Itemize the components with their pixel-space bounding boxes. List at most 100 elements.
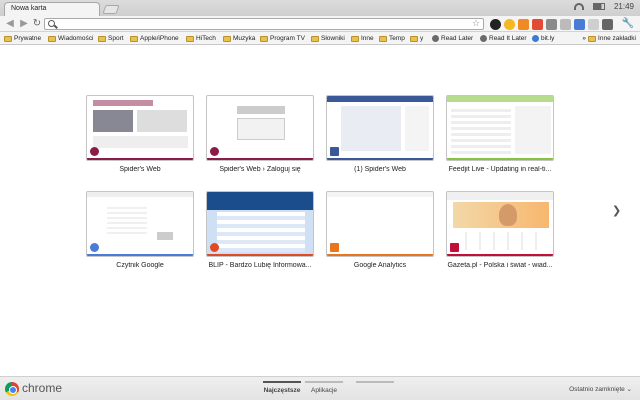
spiders-web-icon xyxy=(90,147,99,156)
extension-page-icon[interactable] xyxy=(602,19,613,30)
omnibox-input[interactable] xyxy=(59,19,459,29)
thumbnail-tile[interactable]: Spider's Web xyxy=(86,95,194,173)
bookmark-item[interactable]: HiTech xyxy=(186,34,216,43)
bookmark-item[interactable]: Read It Later xyxy=(480,34,527,43)
thumbnail-title: Czytnik Google xyxy=(116,262,164,269)
new-tab-button[interactable] xyxy=(102,5,120,14)
extension-grey-icon[interactable] xyxy=(546,19,557,30)
omnibox[interactable]: ☆ xyxy=(44,18,484,30)
reload-icon[interactable]: ↻ xyxy=(31,18,43,30)
folder-icon xyxy=(4,35,12,42)
bookmark-item[interactable]: bit.ly xyxy=(532,34,554,43)
thumbnail-title: Gazeta.pl - Polska i świat - wiad... xyxy=(447,262,553,269)
extension-dark-icon[interactable] xyxy=(490,19,501,30)
analytics-icon xyxy=(330,243,339,252)
folder-icon xyxy=(588,35,597,42)
thumbnail-image xyxy=(446,95,554,161)
thumbnail-title: Feedjit Live - Updating in real-ti... xyxy=(448,166,552,173)
tab-strip: Nowa karta 21:49 xyxy=(0,0,640,16)
tab-most-visited[interactable]: Najczęstsze xyxy=(263,381,301,394)
thumbnail-image xyxy=(446,191,554,257)
thumbnail-image xyxy=(206,191,314,257)
thumbnail-tile[interactable]: BLIP - Bardzo Lubię Informowa... xyxy=(206,191,314,269)
thumbnail-title: Spider's Web › Zaloguj się xyxy=(219,166,301,173)
tab-indicator xyxy=(356,381,394,383)
bookmark-item[interactable]: Słowniki xyxy=(311,34,345,43)
search-icon xyxy=(48,20,55,27)
bookmarks-bar: Prywatne Wiadomości Sport Apple/iPhone H… xyxy=(0,32,640,45)
bottom-bar: chrome Najczęstsze Aplikacje Ostatnio za… xyxy=(0,376,640,400)
extension-p-icon[interactable] xyxy=(560,19,571,30)
folder-icon xyxy=(98,35,106,42)
tab-new-tab[interactable]: Nowa karta xyxy=(4,2,100,16)
star-icon[interactable]: ☆ xyxy=(472,18,480,29)
tab-empty[interactable] xyxy=(356,381,394,387)
folder-icon xyxy=(48,35,56,42)
folder-icon xyxy=(379,35,387,42)
next-page-arrow-icon[interactable]: ❯ xyxy=(612,204,621,217)
folder-icon xyxy=(410,35,418,42)
facebook-icon xyxy=(330,147,339,156)
other-bookmarks[interactable]: » Inne zakładki xyxy=(582,34,636,43)
thumbnail-title: Google Analytics xyxy=(353,262,407,269)
thumbnail-title: (1) Spider's Web xyxy=(354,166,406,173)
thumbnail-tile[interactable]: Feedjit Live - Updating in real-ti... xyxy=(446,95,554,173)
thumbnail-image xyxy=(326,95,434,161)
thumbnail-image xyxy=(206,95,314,161)
bookmark-item[interactable]: Program TV xyxy=(260,34,305,43)
bookmark-item[interactable]: Sport xyxy=(98,34,124,43)
tab-apps[interactable]: Aplikacje xyxy=(305,381,343,394)
folder-icon xyxy=(130,35,138,42)
thumbnail-image xyxy=(326,191,434,257)
extension-delicious-icon[interactable] xyxy=(588,19,599,30)
toolbar: ◀ ▶ ↻ ☆ 🔧 xyxy=(0,16,640,32)
thumbnail-title: BLIP - Bardzo Lubię Informowa... xyxy=(208,262,312,269)
forward-icon[interactable]: ▶ xyxy=(18,18,30,30)
folder-icon xyxy=(186,35,194,42)
thumbnail-title: Spider's Web xyxy=(119,166,161,173)
bitly-icon xyxy=(532,35,539,42)
tab-indicator xyxy=(305,381,343,383)
system-tray: 21:49 xyxy=(573,2,634,11)
bookmark-item[interactable]: Wiadomości xyxy=(48,34,93,43)
thumbnail-tile[interactable]: Spider's Web › Zaloguj się xyxy=(206,95,314,173)
extension-blue-icon[interactable] xyxy=(574,19,585,30)
bookmark-item[interactable]: Temp xyxy=(379,34,405,43)
google-reader-icon xyxy=(90,243,99,252)
bookmark-item[interactable]: y xyxy=(410,34,423,43)
folder-icon xyxy=(311,35,319,42)
thumbnail-tile[interactable]: Gazeta.pl - Polska i świat - wiad... xyxy=(446,191,554,269)
battery-icon xyxy=(592,3,605,10)
extension-rss-icon[interactable] xyxy=(518,19,529,30)
chevron-right-icon: » xyxy=(582,35,587,42)
bookmark-item[interactable]: Read Later xyxy=(432,34,473,43)
thumbnail-tile[interactable]: Czytnik Google xyxy=(86,191,194,269)
bookmark-item[interactable]: Muzyka xyxy=(223,34,255,43)
read-later-icon xyxy=(432,35,439,42)
bookmark-item[interactable]: Apple/iPhone xyxy=(130,34,179,43)
thumbnail-image xyxy=(86,191,194,257)
folder-icon xyxy=(260,35,268,42)
spiders-web-icon xyxy=(210,147,219,156)
bookmark-item[interactable]: Inne xyxy=(351,34,374,43)
wifi-icon xyxy=(573,3,584,10)
brand-name: chrome xyxy=(22,381,63,395)
folder-icon xyxy=(351,35,359,42)
read-it-later-icon xyxy=(480,35,487,42)
extension-gmail-icon[interactable] xyxy=(532,19,543,30)
tab-title: Nowa karta xyxy=(11,5,47,12)
thumbnail-tile[interactable]: (1) Spider's Web xyxy=(326,95,434,173)
recently-closed-menu[interactable]: Ostatnio zamknięte ⌄ xyxy=(569,385,632,393)
extension-smiley-icon[interactable] xyxy=(504,19,515,30)
gazeta-icon xyxy=(450,243,459,252)
blip-icon xyxy=(210,243,219,252)
bookmark-item[interactable]: Prywatne xyxy=(4,34,41,43)
folder-icon xyxy=(223,35,231,42)
chrome-logo-icon xyxy=(5,382,19,396)
clock: 21:49 xyxy=(613,2,634,11)
tab-indicator xyxy=(263,381,301,383)
back-icon[interactable]: ◀ xyxy=(4,18,16,30)
thumbnail-tile[interactable]: Google Analytics xyxy=(326,191,434,269)
wrench-icon[interactable]: 🔧 xyxy=(622,18,634,29)
thumbnail-image xyxy=(86,95,194,161)
